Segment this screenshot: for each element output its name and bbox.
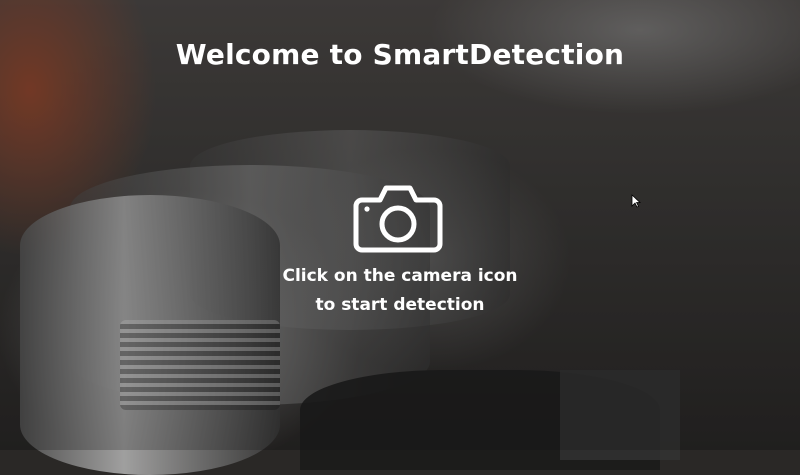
instructions-line-1: Click on the camera icon <box>282 266 518 286</box>
instructions-line-2: to start detection <box>315 295 485 315</box>
page-title: Welcome to SmartDetection <box>175 38 625 71</box>
camera-button[interactable] <box>352 182 444 254</box>
mouse-cursor-icon <box>631 194 641 208</box>
camera-icon <box>353 185 443 253</box>
instructions-text: Click on the camera icon to start detect… <box>0 262 800 320</box>
